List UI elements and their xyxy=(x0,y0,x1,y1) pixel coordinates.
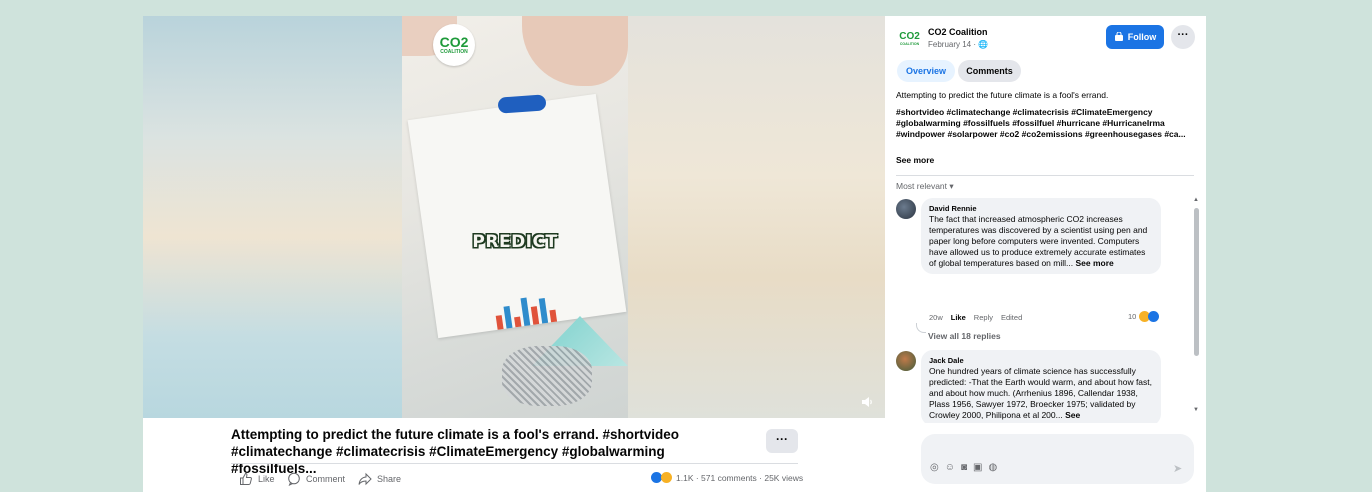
video-overlay-caption: PREDICT xyxy=(472,232,558,252)
video-logo: CO2 COALITION xyxy=(433,24,475,66)
haha-reaction-icon xyxy=(661,472,672,483)
see-more-link[interactable]: See more xyxy=(896,155,934,165)
video-frame[interactable] xyxy=(402,16,628,418)
comment-like-button[interactable]: Like xyxy=(951,313,966,322)
like-button[interactable]: Like xyxy=(239,472,275,486)
comment-author[interactable]: David Rennie xyxy=(929,204,1153,214)
comment-author[interactable]: Jack Dale xyxy=(929,356,1153,366)
scroll-down-arrow-icon[interactable]: ▼ xyxy=(1193,407,1199,413)
scroll-up-arrow-icon[interactable]: ▲ xyxy=(1193,197,1199,203)
post-viewer: CO2 COALITION PREDICT Attempting to pred… xyxy=(143,16,1206,492)
camera-icon[interactable]: ◙ xyxy=(961,462,967,473)
comment-label: Comment xyxy=(306,474,346,484)
video-marker xyxy=(497,94,547,114)
comment-input[interactable] xyxy=(921,434,1194,484)
gif-icon[interactable]: ▣ xyxy=(973,462,982,473)
emoji-icon[interactable]: ☺ xyxy=(945,462,955,473)
comment-reaction-count: 10 xyxy=(1128,312,1137,321)
page-avatar-text: CO2 xyxy=(899,30,920,42)
comment-bubble: Jack Dale One hundred years of climate s… xyxy=(921,350,1161,423)
comment-body: The fact that increased atmospheric CO2 … xyxy=(929,214,1148,268)
panel-more-button[interactable]: ··· xyxy=(1171,25,1195,49)
video-hand-right xyxy=(522,16,628,86)
video-logo-text: CO2 xyxy=(439,34,469,50)
tab-overview[interactable]: Overview xyxy=(897,60,955,82)
reply-thread-line xyxy=(916,323,926,333)
page-name-link[interactable]: CO2 Coalition xyxy=(928,27,988,37)
comment-reactions[interactable]: 10 xyxy=(1128,311,1160,322)
speaker-icon[interactable] xyxy=(860,395,874,409)
video-player[interactable]: CO2 COALITION PREDICT xyxy=(143,16,885,418)
comment-icon xyxy=(288,472,300,486)
follow-label: Follow xyxy=(1127,32,1157,42)
comment-text: One hundred years of climate science has… xyxy=(929,366,1153,421)
follow-button[interactable]: Follow xyxy=(1106,25,1164,49)
divider xyxy=(896,175,1194,176)
video-paperclips xyxy=(502,346,592,406)
comment-reply-button[interactable]: Reply xyxy=(974,313,993,322)
video-paper-bars xyxy=(492,275,606,330)
video-logo-subtext: COALITION xyxy=(440,49,468,55)
view-replies-link[interactable]: View all 18 replies xyxy=(928,331,1001,341)
page-avatar-subtext: COALITION xyxy=(899,41,920,46)
share-icon xyxy=(358,472,372,486)
send-icon[interactable]: ➤ xyxy=(1173,462,1182,475)
comment-see-more[interactable]: See xyxy=(1065,410,1080,420)
avatar-sticker-icon[interactable]: ◍ xyxy=(988,462,997,473)
post-description: Attempting to predict the future climate… xyxy=(896,90,1109,100)
comment-text: The fact that increased atmospheric CO2 … xyxy=(929,214,1153,269)
comment-see-more[interactable]: See more xyxy=(1075,258,1113,268)
post-hashtags[interactable]: #shortvideo #climatechange #climatecrisi… xyxy=(896,107,1192,140)
share-button[interactable]: Share xyxy=(358,472,401,486)
share-label: Share xyxy=(377,474,402,484)
composer-icons: ◎ ☺ ◙ ▣ ◍ xyxy=(930,462,997,473)
like-label: Like xyxy=(258,474,275,484)
video-blur-background-left xyxy=(143,16,402,418)
post-stats[interactable]: 1.1K · 571 comments · 25K views xyxy=(651,472,803,483)
post-date[interactable]: February 14 · 🌐 xyxy=(928,40,988,49)
comment-meta: 20w Like Reply Edited xyxy=(929,313,1022,322)
video-blur-background-right xyxy=(627,16,885,418)
thumbs-up-icon xyxy=(240,472,252,485)
comment-sort-dropdown[interactable]: Most relevant ▾ xyxy=(896,181,954,192)
tab-comments[interactable]: Comments xyxy=(958,60,1021,82)
comment-edited: Edited xyxy=(1000,313,1023,322)
avatar[interactable] xyxy=(896,351,916,371)
comment-button[interactable]: Comment xyxy=(287,472,345,486)
divider xyxy=(231,463,798,464)
page-avatar[interactable]: CO2 COALITION xyxy=(898,27,921,50)
post-stats-text: 1.1K · 571 comments · 25K views xyxy=(676,472,804,483)
scrollbar-thumb[interactable] xyxy=(1194,208,1199,356)
comment-bubble: David Rennie The fact that increased atm… xyxy=(921,198,1161,274)
comment-list[interactable]: David Rennie The fact that increased atm… xyxy=(896,195,1196,423)
avatar[interactable] xyxy=(896,199,916,219)
comment-body: One hundred years of climate science has… xyxy=(929,366,1153,420)
like-reaction-icon xyxy=(1148,311,1160,322)
post-more-button[interactable]: ··· xyxy=(766,429,798,453)
video-chart-paper xyxy=(407,93,627,339)
post-title: Attempting to predict the future climate… xyxy=(231,427,680,476)
comment-time[interactable]: 20w xyxy=(929,313,943,322)
follow-icon xyxy=(1114,32,1123,41)
sticker-icon[interactable]: ◎ xyxy=(930,462,939,473)
